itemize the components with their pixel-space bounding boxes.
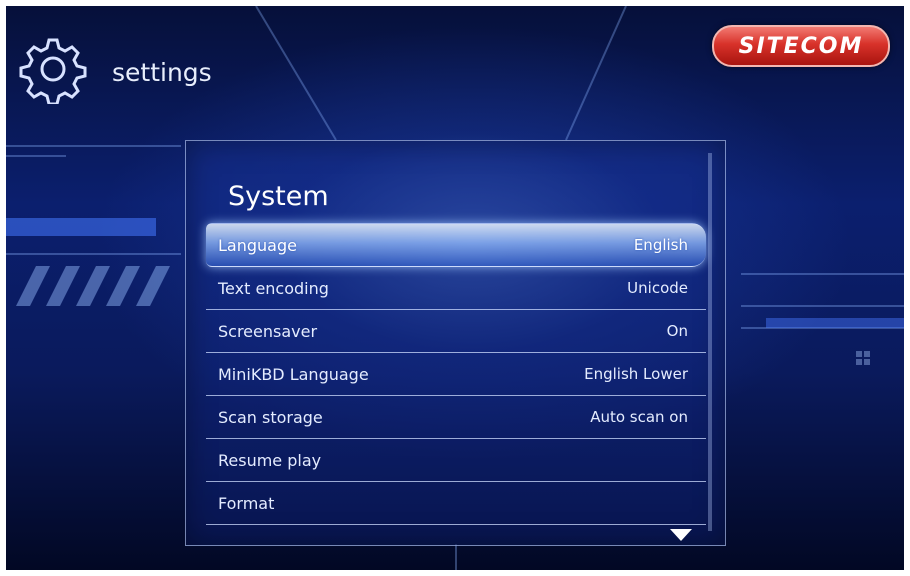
menu-item-resume-play[interactable]: Resume play <box>206 439 706 482</box>
menu-item-label: MiniKBD Language <box>218 364 369 384</box>
menu-item-value: English <box>633 236 688 254</box>
menu-item-screensaver[interactable]: Screensaver On <box>206 310 706 353</box>
gear-icon <box>19 38 87 104</box>
menu-item-value: English Lower <box>584 365 688 383</box>
page-title: settings <box>112 58 212 87</box>
settings-menu: Language English Text encoding Unicode S… <box>206 223 706 525</box>
menu-item-label: Language <box>218 235 297 255</box>
panel-title: System <box>228 181 329 212</box>
menu-item-text-encoding[interactable]: Text encoding Unicode <box>206 267 706 310</box>
scrollbar[interactable] <box>708 153 712 531</box>
menu-item-scan-storage[interactable]: Scan storage Auto scan on <box>206 396 706 439</box>
menu-item-minikbd-language[interactable]: MiniKBD Language English Lower <box>206 353 706 396</box>
menu-item-value: On <box>666 322 688 340</box>
menu-item-label: Resume play <box>218 450 322 470</box>
menu-item-value: Auto scan on <box>590 408 688 426</box>
menu-item-format[interactable]: Format <box>206 482 706 525</box>
brand-logo: SITECOM <box>712 25 890 67</box>
menu-item-label: Text encoding <box>218 278 329 298</box>
screen: settings SITECOM System Language English… <box>6 6 904 570</box>
menu-item-language[interactable]: Language English <box>206 223 706 267</box>
menu-item-label: Format <box>218 493 275 513</box>
system-settings-panel: System Language English Text encoding Un… <box>185 140 726 546</box>
triangle-down-icon[interactable] <box>670 529 692 541</box>
menu-item-value: Unicode <box>627 279 688 297</box>
brand-logo-text: SITECOM <box>738 33 864 59</box>
menu-item-label: Scan storage <box>218 407 323 427</box>
menu-item-label: Screensaver <box>218 321 318 341</box>
